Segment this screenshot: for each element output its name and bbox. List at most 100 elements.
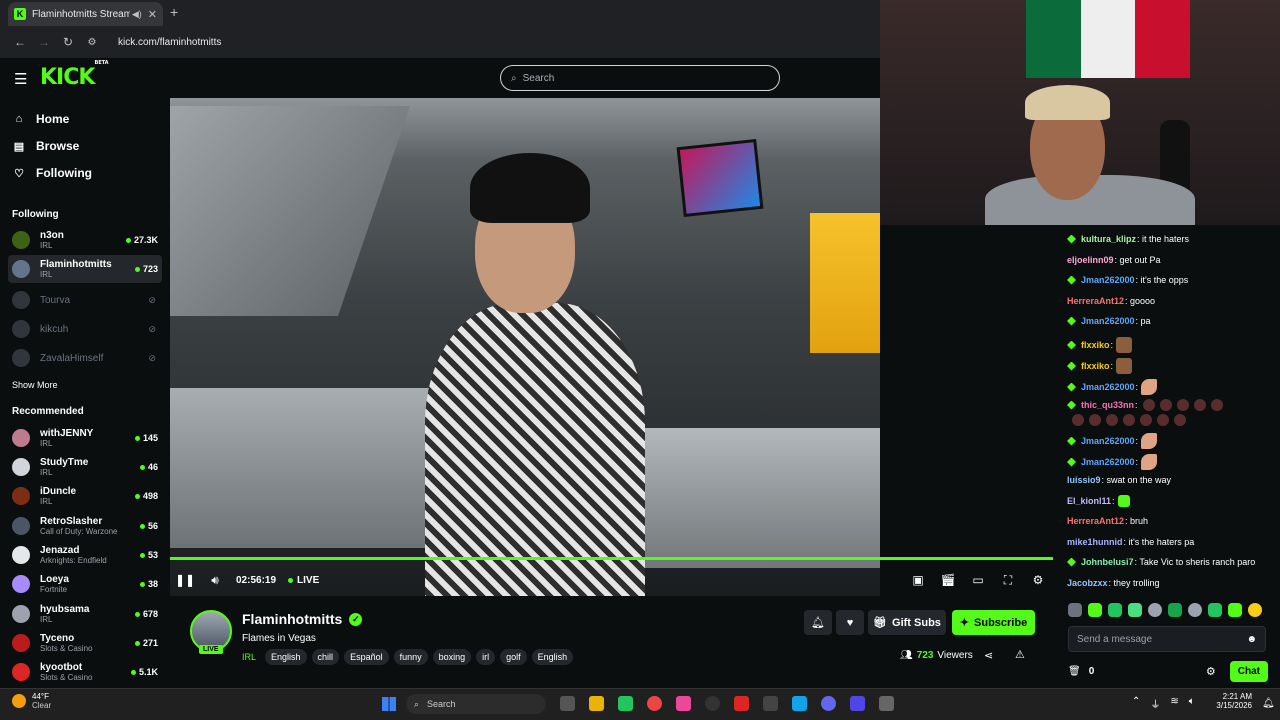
chat-username[interactable]: HerreraAnt12 — [1067, 516, 1124, 526]
notification-bell-button[interactable]: 🔔︎ — [804, 610, 832, 635]
show-more-link[interactable]: Show More — [12, 380, 58, 390]
stream-tag[interactable]: golf — [500, 649, 527, 665]
nav-home[interactable]: ⌂ Home — [12, 112, 70, 126]
notifications-icon[interactable]: 🔔︎ — [1262, 698, 1275, 709]
emote-icon[interactable] — [1168, 603, 1182, 617]
stream-tag[interactable]: chill — [311, 649, 340, 665]
tab-close-icon[interactable]: ✕ — [148, 8, 157, 21]
chat-username[interactable]: eljoelinn09 — [1067, 255, 1114, 265]
emote-icon[interactable] — [1188, 603, 1202, 617]
stream-category-link[interactable]: IRL — [242, 652, 256, 662]
app-icon[interactable] — [792, 696, 807, 711]
emote-icon[interactable] — [1228, 603, 1242, 617]
theater-mode-icon[interactable]: ▭ — [963, 573, 993, 587]
channel-item-iduncle[interactable]: iDuncle IRL 498 — [8, 482, 162, 510]
channel-item-withjenny[interactable]: withJENNY IRL 145 — [8, 424, 162, 452]
epic-games-icon[interactable] — [763, 696, 778, 711]
back-icon[interactable]: ← — [8, 35, 32, 49]
weather-widget[interactable]: 44°F Clear — [12, 692, 51, 710]
nav-browse[interactable]: ▤ Browse — [12, 139, 80, 153]
menu-icon[interactable]: ☰ — [14, 70, 27, 88]
emote-icon[interactable] — [1208, 603, 1222, 617]
channel-item-retroslasher[interactable]: RetroSlasher Call of Duty: Warzone 56 — [8, 512, 162, 540]
channel-item-flaminhotmitts[interactable]: Flaminhotmitts IRL 723 — [8, 255, 162, 283]
site-info-icon[interactable]: ⚙ — [80, 37, 104, 48]
app-icon[interactable] — [560, 696, 575, 711]
follow-button[interactable]: ♥ — [836, 610, 864, 635]
channel-item-hyubsama[interactable]: hyubsama IRL 678 — [8, 600, 162, 628]
emote-icon[interactable] — [1248, 603, 1262, 617]
channel-item-zavalahimself[interactable]: ZavalaHimself ⊘ — [8, 344, 162, 372]
report-icon[interactable]: ⚠ — [1015, 648, 1025, 661]
emote-icon[interactable] — [1068, 603, 1082, 617]
chat-username[interactable]: Jman262000 — [1081, 382, 1135, 392]
emote-icon[interactable] — [1128, 603, 1142, 617]
chat-username[interactable]: Jman262000 — [1081, 436, 1135, 446]
channel-points-icon[interactable]: 🗑︎ — [1068, 666, 1081, 677]
wifi-icon[interactable]: ≋ — [1170, 696, 1178, 711]
stream-tag[interactable]: Español — [344, 649, 389, 665]
emoji-picker-icon[interactable]: ☻ — [1246, 634, 1257, 645]
stream-tag[interactable]: English — [531, 649, 574, 665]
chrome-icon[interactable] — [647, 696, 662, 711]
fullscreen-icon[interactable]: ⛶ — [993, 573, 1023, 588]
channel-item-kikcuh[interactable]: kikcuh ⊘ — [8, 315, 162, 343]
chat-username[interactable]: Jacobzxx — [1067, 578, 1108, 588]
miniplayer-icon[interactable]: ▣ — [903, 573, 933, 587]
nav-following[interactable]: ♡ Following — [12, 166, 92, 180]
app-icon[interactable] — [879, 696, 894, 711]
share-icon[interactable]: ⋖ — [984, 649, 993, 662]
settings-icon[interactable]: ⚙ — [1023, 573, 1053, 587]
emote-icon[interactable] — [1108, 603, 1122, 617]
chat-username[interactable]: Jman262000 — [1081, 275, 1135, 285]
subscribe-button[interactable]: ✦ Subscribe — [952, 610, 1035, 635]
video-player[interactable] — [170, 98, 880, 596]
clip-icon[interactable]: 🎬︎ — [933, 573, 963, 587]
channel-item-kyootbot[interactable]: kyootbot Slots & Casino 5.1K — [8, 658, 162, 686]
discord-icon[interactable] — [821, 696, 836, 711]
speaker-icon[interactable]: 🔈︎ — [1189, 696, 1195, 711]
volume-icon[interactable]: 🔊︎ — [200, 573, 230, 588]
app-icon[interactable] — [734, 696, 749, 711]
chat-username[interactable]: Jman262000 — [1081, 457, 1135, 467]
stream-tag[interactable]: funny — [393, 649, 428, 665]
chat-username[interactable]: El_kionl11 — [1067, 496, 1111, 506]
video-progress-bar[interactable] — [170, 557, 1053, 560]
channel-item-jenazad[interactable]: Jenazad Arknights: Endfield 53 — [8, 541, 162, 569]
pause-icon[interactable]: ❚❚ — [170, 573, 200, 587]
audio-icon[interactable]: ◀) — [132, 9, 142, 20]
stream-tag[interactable]: irl — [476, 649, 496, 665]
chat-message-input[interactable]: Send a message ☻ — [1068, 626, 1266, 652]
chat-username[interactable]: HerreraAnt12 — [1067, 296, 1124, 306]
app-icon[interactable] — [676, 696, 691, 711]
emote-icon[interactable] — [1088, 603, 1102, 617]
kick-logo[interactable]: KICKBETA — [40, 60, 109, 90]
chat-username[interactable]: kultura_klipz — [1081, 234, 1136, 244]
chat-username[interactable]: Jman262000 — [1081, 316, 1135, 326]
gift-subs-button[interactable]: 🎁︎ Gift Subs — [868, 610, 946, 635]
chat-send-button[interactable]: Chat — [1229, 660, 1268, 682]
search-input[interactable]: ⌕ Search — [500, 65, 780, 91]
streamer-name[interactable]: Flaminhotmitts ✓ — [242, 611, 363, 627]
channel-item-n3on[interactable]: n3on IRL 27.3K — [8, 226, 162, 254]
emote-icon[interactable] — [1148, 603, 1162, 617]
chat-username[interactable]: mike1hunnid — [1067, 537, 1123, 547]
chat-settings-icon[interactable]: ⚙ — [1206, 665, 1216, 678]
chat-username[interactable]: thic_qu33nn — [1081, 400, 1134, 410]
tray-chevron-icon[interactable]: ⌃ — [1132, 696, 1140, 711]
channel-item-tyceno[interactable]: Tyceno Slots & Casino 271 — [8, 629, 162, 657]
stream-tag[interactable]: boxing — [432, 649, 472, 665]
new-tab-icon[interactable]: + — [170, 4, 178, 20]
teams-icon[interactable] — [850, 696, 865, 711]
reload-icon[interactable]: ↻ — [56, 35, 80, 49]
taskbar-search[interactable]: ⌕ Search — [406, 694, 546, 714]
browser-tab[interactable]: K Flaminhotmitts Stream - Wa ◀) ✕ — [8, 2, 163, 26]
channel-item-studytme[interactable]: StudyTme IRL 46 — [8, 453, 162, 481]
address-bar[interactable]: kick.com/flaminhotmitts — [118, 37, 221, 48]
file-explorer-icon[interactable] — [589, 696, 604, 711]
taskbar-clock[interactable]: 2:21 AM 3/15/2026 — [1212, 692, 1252, 710]
forward-icon[interactable]: → — [32, 35, 56, 49]
channel-item-loeya[interactable]: Loeya Fortnite 38 — [8, 570, 162, 598]
chat-username[interactable]: luissio9 — [1067, 475, 1101, 485]
windows-start-icon[interactable] — [382, 697, 396, 711]
